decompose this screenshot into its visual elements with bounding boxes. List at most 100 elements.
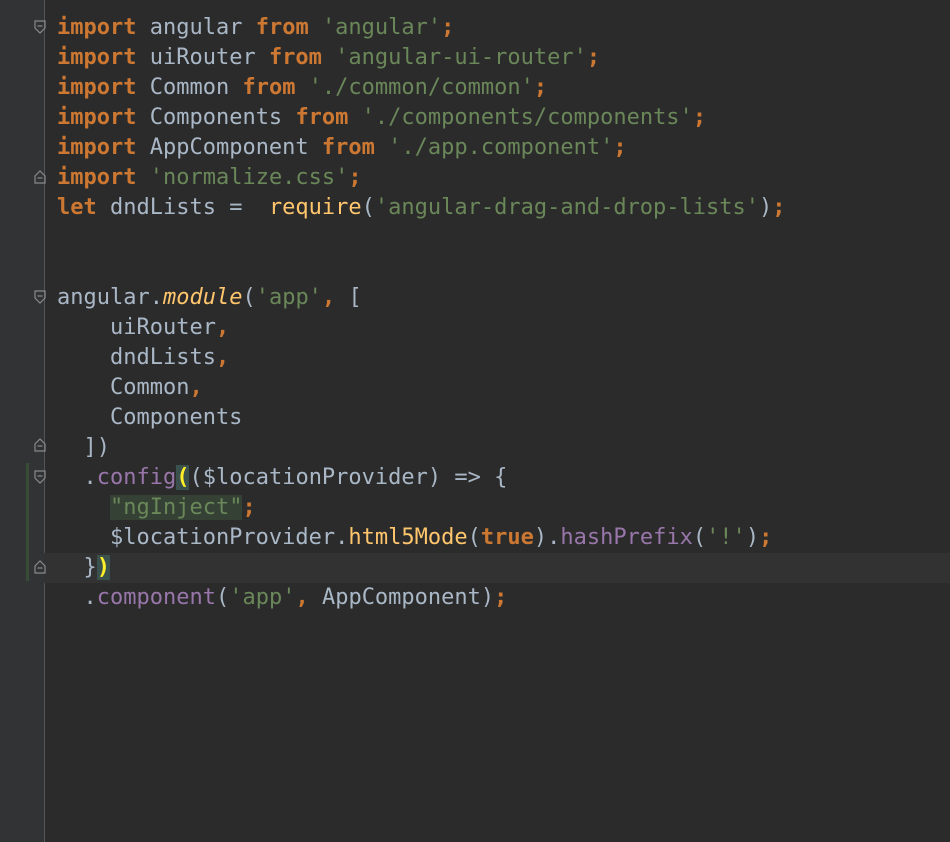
code-token: true [480,525,534,550]
code-token: dndLists [57,345,216,370]
code-line[interactable]: "ngInject"; [57,493,786,523]
code-line[interactable]: dndLists, [57,343,786,373]
code-token: ( [215,585,230,610]
code-token: ($locationProvider) => { [189,465,508,490]
code-token: angular. [57,285,163,310]
code-token: 'angular' [321,15,442,40]
code-token: './app.component' [388,135,614,160]
code-token: './components/components' [361,105,693,130]
code-token: ; [759,525,773,550]
code-token: $locationProvider. [57,525,349,550]
code-token: uiRouter [136,45,269,70]
code-line[interactable]: .config(($locationProvider) => { [57,463,786,493]
code-token: ( [176,465,190,490]
fold-open-icon[interactable] [34,470,46,484]
code-token: AppComponent) [321,585,495,610]
code-token: . [57,465,97,490]
code-token: ; [613,135,627,160]
code-line[interactable]: }) [57,553,786,583]
code-line[interactable]: import angular from 'angular'; [57,13,786,43]
code-token: require [268,195,362,220]
code-token: from [295,105,349,130]
code-line[interactable] [57,223,786,253]
code-token: from [255,15,309,40]
code-token: import [57,165,137,190]
code-token: angular [136,15,256,40]
code-editor[interactable]: import angular from 'angular'; import uiR… [0,0,950,842]
code-token: './common/common' [308,75,534,100]
code-line[interactable]: $locationProvider.html5Mode(true).hashPr… [57,523,786,553]
code-line[interactable]: .component('app', AppComponent); [57,583,786,613]
code-area[interactable]: import angular from 'angular'; import uiR… [57,13,786,613]
code-token: 'angular-drag-and-drop-lists' [374,195,760,220]
fold-open-icon[interactable] [34,290,46,304]
code-token: let [57,195,97,220]
code-token: html5Mode [348,525,468,550]
fold-open-icon[interactable] [34,20,46,34]
code-line[interactable] [57,253,786,283]
code-token: 'app' [255,285,322,310]
fold-close-icon[interactable] [34,438,46,452]
code-token: component [96,585,216,610]
code-line[interactable]: import uiRouter from 'angular-ui-router'… [57,43,786,73]
code-token: from [321,135,375,160]
code-token: ( [242,285,256,310]
code-line[interactable]: angular.module('app', [ [57,283,786,313]
code-token: Components [136,105,296,130]
code-token: '!' [706,525,746,550]
code-line[interactable]: import Common from './common/common'; [57,73,786,103]
code-token: "ngInject" [109,495,243,520]
code-token: , [189,375,203,400]
code-token: ; [348,165,362,190]
code-line[interactable]: Common, [57,373,786,403]
code-token: ( [692,525,707,550]
code-token: Common [57,375,190,400]
code-token: import [57,135,137,160]
fold-close-icon[interactable] [34,560,46,574]
code-line[interactable]: import 'normalize.css'; [57,163,786,193]
code-line[interactable]: import Components from './components/com… [57,103,786,133]
code-token: ; [692,105,707,130]
change-marker [26,463,29,581]
code-token: ]) [57,435,110,460]
code-token: module [162,285,243,310]
code-token: , [215,315,230,340]
code-token: ; [441,15,455,40]
code-token: dndLists = [96,195,269,220]
code-token: config [96,465,177,490]
code-token: [ [348,285,362,310]
fold-close-icon[interactable] [34,170,46,184]
code-token: 'angular-ui-router' [335,45,587,70]
code-line[interactable]: Components [57,403,786,433]
code-token: ; [586,45,601,70]
code-token: Common [136,75,243,100]
code-line[interactable]: uiRouter, [57,313,786,343]
code-line[interactable]: let dndLists = require('angular-drag-and… [57,193,786,223]
code-token: ; [494,585,508,610]
code-token: ). [533,525,561,550]
code-token: 'app' [229,585,296,610]
code-token: import [57,75,137,100]
code-token: ( [467,525,481,550]
code-token: ; [772,195,786,220]
code-token: import [57,45,137,70]
code-token: . [57,585,97,610]
code-token: , [295,585,322,610]
code-token: Components [57,405,243,430]
code-token: import [57,15,137,40]
code-token: hashPrefix [560,525,693,550]
code-token: ( [361,195,375,220]
code-line[interactable]: ]) [57,433,786,463]
code-token: , [321,285,349,310]
code-token: from [242,75,296,100]
editor-gutter [0,0,45,842]
code-token: ; [242,495,256,520]
code-line[interactable]: import AppComponent from './app.componen… [57,133,786,163]
